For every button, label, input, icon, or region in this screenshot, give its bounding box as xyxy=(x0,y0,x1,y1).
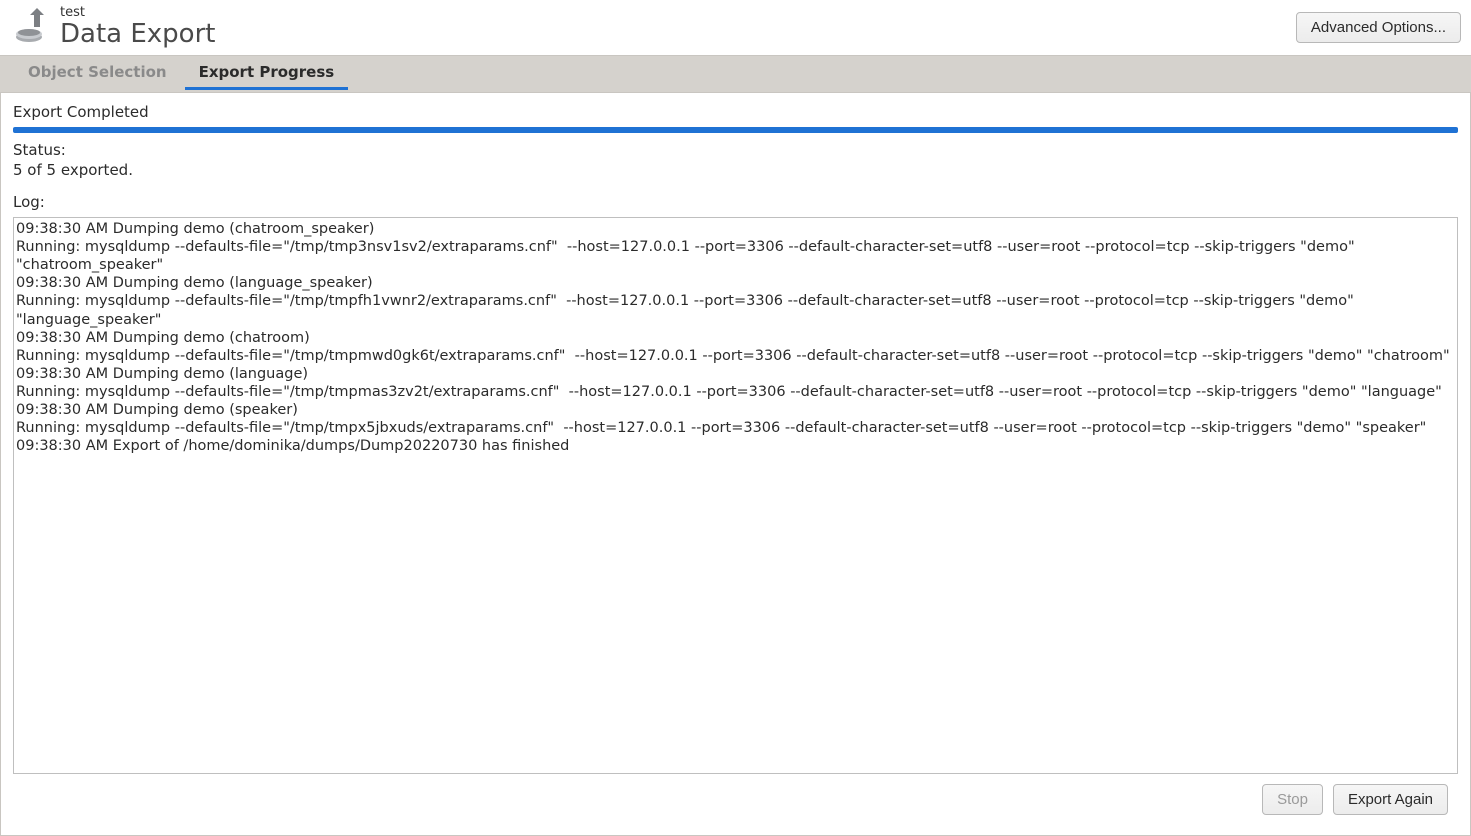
progress-fill xyxy=(13,127,1458,133)
header-subtitle: test xyxy=(60,6,1286,20)
status-label: Status: xyxy=(13,141,1458,159)
header: test Data Export Advanced Options... xyxy=(0,0,1471,55)
export-again-button[interactable]: Export Again xyxy=(1333,784,1448,815)
advanced-options-button[interactable]: Advanced Options... xyxy=(1296,12,1461,43)
export-icon xyxy=(10,7,50,47)
stop-button[interactable]: Stop xyxy=(1262,784,1323,815)
tab-bar: Object Selection Export Progress xyxy=(0,55,1471,93)
status-value: 5 of 5 exported. xyxy=(13,161,1458,179)
export-progress-panel: Export Completed Status: 5 of 5 exported… xyxy=(0,93,1471,836)
footer-buttons: Stop Export Again xyxy=(13,774,1458,823)
progress-bar xyxy=(13,127,1458,133)
log-label: Log: xyxy=(13,193,1458,211)
log-textarea[interactable]: 09:38:30 AM Dumping demo (chatroom_speak… xyxy=(13,217,1458,774)
page-title: Data Export xyxy=(60,20,1286,49)
tab-export-progress[interactable]: Export Progress xyxy=(183,56,351,92)
progress-title: Export Completed xyxy=(13,103,1458,121)
data-export-window: test Data Export Advanced Options... Obj… xyxy=(0,0,1471,836)
header-titles: test Data Export xyxy=(60,6,1286,49)
tab-object-selection[interactable]: Object Selection xyxy=(12,56,183,92)
